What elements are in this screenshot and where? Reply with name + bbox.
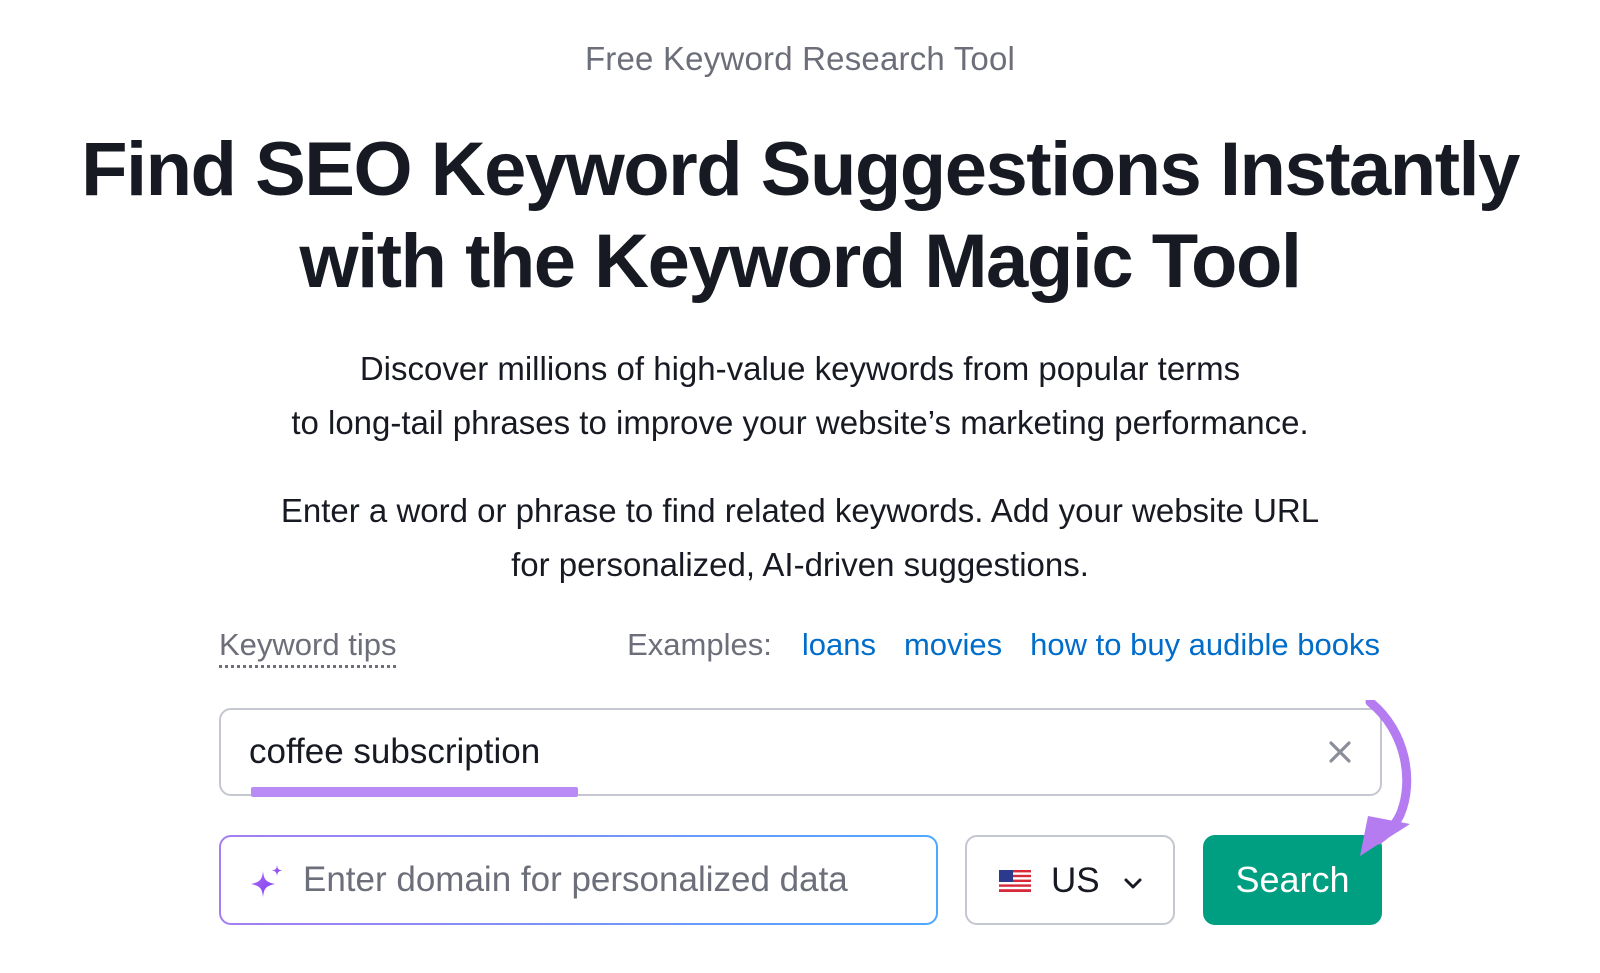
instructions: Enter a word or phrase to find related k…: [0, 484, 1600, 592]
page-title-line-1: Find SEO Keyword Suggestions Instantly: [81, 127, 1520, 212]
domain-input[interactable]: [303, 851, 913, 909]
tips-row: Keyword tips Examples: loans movies how …: [219, 627, 1380, 671]
country-code: US: [1051, 861, 1100, 900]
country-select[interactable]: US: [965, 835, 1175, 925]
example-link-audible-books[interactable]: how to buy audible books: [1030, 627, 1380, 663]
instructions-line-1: Enter a word or phrase to find related k…: [280, 492, 1320, 529]
annotation-arrow: [1360, 700, 1412, 856]
keyword-highlight-underline: [251, 787, 578, 797]
us-flag-icon: [999, 870, 1031, 892]
sparkle-icon: [251, 865, 283, 897]
example-link-loans[interactable]: loans: [802, 627, 876, 663]
chevron-down-icon: [1124, 878, 1142, 889]
keyword-input[interactable]: coffee subscription: [219, 708, 1382, 797]
description: Discover millions of high-value keywords…: [0, 342, 1600, 450]
eyebrow-title: Free Keyword Research Tool: [584, 40, 1016, 77]
example-link-movies[interactable]: movies: [904, 627, 1002, 663]
page-title: Find SEO Keyword Suggestions Instantly w…: [0, 124, 1600, 308]
examples: Examples: loans movies how to buy audibl…: [627, 627, 1380, 663]
domain-field[interactable]: [219, 835, 938, 925]
instructions-line-2: for personalized, AI-driven suggestions.: [511, 546, 1089, 583]
keyword-tips-link[interactable]: Keyword tips: [219, 627, 397, 668]
examples-label: Examples:: [627, 627, 772, 662]
keyword-input-value: coffee subscription: [249, 732, 541, 771]
description-line-1: Discover millions of high-value keywords…: [359, 350, 1241, 387]
description-line-2: to long-tail phrases to improve your web…: [291, 404, 1309, 441]
page-title-line-2: with the Keyword Magic Tool: [299, 219, 1302, 304]
